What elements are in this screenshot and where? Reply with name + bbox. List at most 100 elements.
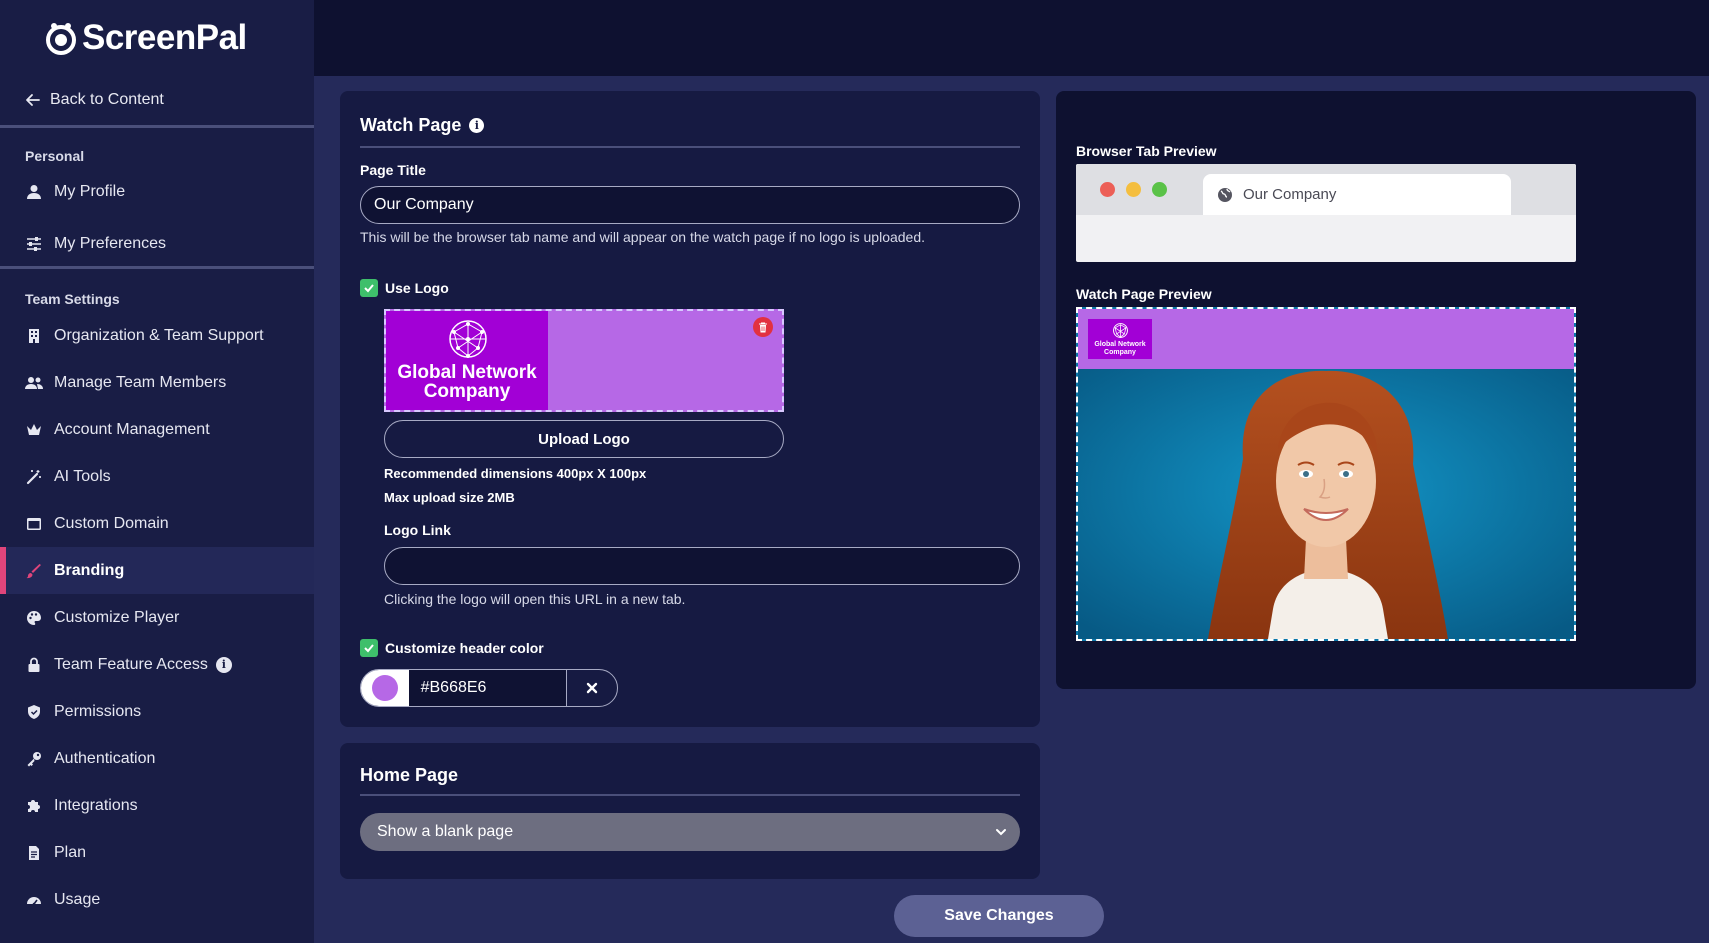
lock-icon xyxy=(25,656,43,674)
color-swatch xyxy=(371,675,398,701)
info-icon[interactable]: i xyxy=(215,656,232,673)
browser-tab-preview: Our Company xyxy=(1076,164,1576,262)
chevron-down-icon xyxy=(996,829,1006,836)
sidebar-item-label: Team Feature Access xyxy=(54,655,208,673)
sidebar-item-label: Integrations xyxy=(54,796,138,814)
watch-page-title: Watch Page xyxy=(360,115,462,135)
maximize-dot xyxy=(1152,182,1167,197)
page-title-help: This will be the browser tab name and wi… xyxy=(360,229,926,245)
home-page-card: Home Page Show a blank page xyxy=(340,743,1040,879)
sidebar-item-permissions[interactable]: Permissions xyxy=(0,688,314,735)
globe-network-icon xyxy=(1113,323,1128,338)
upload-logo-button[interactable]: Upload Logo xyxy=(384,420,784,458)
watch-page-heading: Watch Page i xyxy=(360,115,485,136)
watch-page-preview-header: Global Network Company xyxy=(1078,309,1574,369)
page-title-label: Page Title xyxy=(360,162,426,178)
shield-icon xyxy=(25,703,43,721)
home-page-title: Home Page xyxy=(360,765,459,785)
sidebar-item-usage[interactable]: Usage xyxy=(0,876,314,923)
section-label-personal: Personal xyxy=(25,148,85,164)
sidebar-item-label: Branding xyxy=(54,561,125,579)
globe-network-icon xyxy=(449,320,487,358)
header-color-hex-input[interactable]: #B668E6 xyxy=(408,670,568,706)
sidebar-item-integrations[interactable]: Integrations xyxy=(0,782,314,829)
clear-color-button[interactable] xyxy=(567,670,617,706)
sidebar-divider xyxy=(0,125,314,128)
sidebar-item-organization-team-support[interactable]: Organization & Team Support xyxy=(0,312,314,359)
sidebar-item-ai-tools[interactable]: AI Tools xyxy=(0,453,314,500)
brand-name: ScreenPal xyxy=(82,18,247,57)
info-icon[interactable]: i xyxy=(469,118,485,133)
palette-icon xyxy=(25,609,43,627)
logo-link-input[interactable] xyxy=(384,547,1020,585)
preview-photo-woman xyxy=(1078,369,1574,639)
browser-tab-bar: Our Company xyxy=(1076,164,1576,215)
arrow-left-icon xyxy=(26,94,40,106)
sidebar-item-custom-domain[interactable]: Custom Domain xyxy=(0,500,314,547)
watch-page-card: Watch Page i Page Title Our Company This… xyxy=(340,91,1040,727)
recommended-dimensions: Recommended dimensions 400px X 100px xyxy=(384,466,647,481)
page-title-input[interactable]: Our Company xyxy=(360,186,1020,224)
sidebar-item-my-profile[interactable]: My Profile xyxy=(0,168,314,215)
use-logo-checkbox[interactable]: Use Logo xyxy=(360,279,449,297)
users-icon xyxy=(25,374,43,392)
preview-card: Browser Tab Preview Our Company Watch Pa… xyxy=(1056,91,1696,689)
delete-logo-button[interactable] xyxy=(753,317,773,337)
window-icon xyxy=(25,515,43,533)
minimize-dot xyxy=(1126,182,1141,197)
heading-rule xyxy=(360,794,1020,796)
preview-logo-line2: Company xyxy=(1104,349,1136,356)
sidebar-item-my-preferences[interactable]: My Preferences xyxy=(0,220,314,267)
sidebar-item-authentication[interactable]: Authentication xyxy=(0,735,314,782)
sidebar-item-label: Plan xyxy=(54,843,87,861)
trash-icon xyxy=(759,321,767,332)
logo-link-help: Clicking the logo will open this URL in … xyxy=(384,591,686,607)
back-to-content-link[interactable]: Back to Content xyxy=(24,86,164,114)
sidebar-item-account-management[interactable]: Account Management xyxy=(0,406,314,453)
home-page-select-value: Show a blank page xyxy=(377,823,514,840)
sidebar-item-manage-team-members[interactable]: Manage Team Members xyxy=(0,359,314,406)
browser-tab-preview-label: Browser Tab Preview xyxy=(1076,143,1217,159)
sidebar-item-label: Manage Team Members xyxy=(54,373,227,391)
sidebar-item-label: Authentication xyxy=(54,749,156,767)
sidebar-item-label: My Profile xyxy=(54,182,126,200)
preview-logo-line1: Global Network xyxy=(1094,341,1146,348)
back-to-content-label: Back to Content xyxy=(50,91,164,108)
sidebar-item-label: Customize Player xyxy=(54,608,180,626)
checkmark-icon xyxy=(360,639,378,657)
customize-header-color-checkbox[interactable]: Customize header color xyxy=(360,639,544,657)
logo-company-name: Global Network Company xyxy=(386,363,548,401)
brush-icon xyxy=(25,562,43,580)
sidebar-item-label: Usage xyxy=(54,890,101,908)
sidebar-item-branding[interactable]: Branding xyxy=(0,547,314,594)
close-icon xyxy=(587,682,598,694)
crown-icon xyxy=(25,421,43,439)
screenpal-logo-icon xyxy=(46,23,76,55)
logo-company-line1: Global Network xyxy=(397,362,537,383)
sidebar-item-label: Account Management xyxy=(54,420,210,438)
sidebar-item-plan[interactable]: Plan xyxy=(0,829,314,876)
logo-company-line2: Company xyxy=(423,381,511,402)
sidebar-item-team-feature-access[interactable]: Team Feature Access i xyxy=(0,641,314,688)
heading-rule xyxy=(360,146,1020,148)
customize-header-color-label: Customize header color xyxy=(385,640,544,656)
screenpal-logo[interactable]: ScreenPal xyxy=(44,18,247,58)
user-icon xyxy=(25,183,43,201)
sliders-icon xyxy=(25,235,43,253)
watch-page-preview-label: Watch Page Preview xyxy=(1076,286,1212,302)
save-changes-button[interactable]: Save Changes xyxy=(894,895,1104,937)
header-color-picker: #B668E6 xyxy=(360,669,618,707)
sidebar-item-label: My Preferences xyxy=(54,234,167,252)
key-icon xyxy=(25,750,43,768)
sidebar-item-customize-player[interactable]: Customize Player xyxy=(0,594,314,641)
puzzle-icon xyxy=(25,797,43,815)
sidebar-divider xyxy=(0,266,314,269)
close-dot xyxy=(1100,182,1115,197)
building-icon xyxy=(25,327,43,345)
section-label-team-settings: Team Settings xyxy=(25,291,120,307)
sidebar-item-label: Organization & Team Support xyxy=(54,326,264,344)
use-logo-label: Use Logo xyxy=(385,280,449,296)
home-page-select[interactable]: Show a blank page xyxy=(360,813,1020,851)
color-swatch-button[interactable] xyxy=(361,670,409,706)
browser-tab: Our Company xyxy=(1203,174,1511,215)
